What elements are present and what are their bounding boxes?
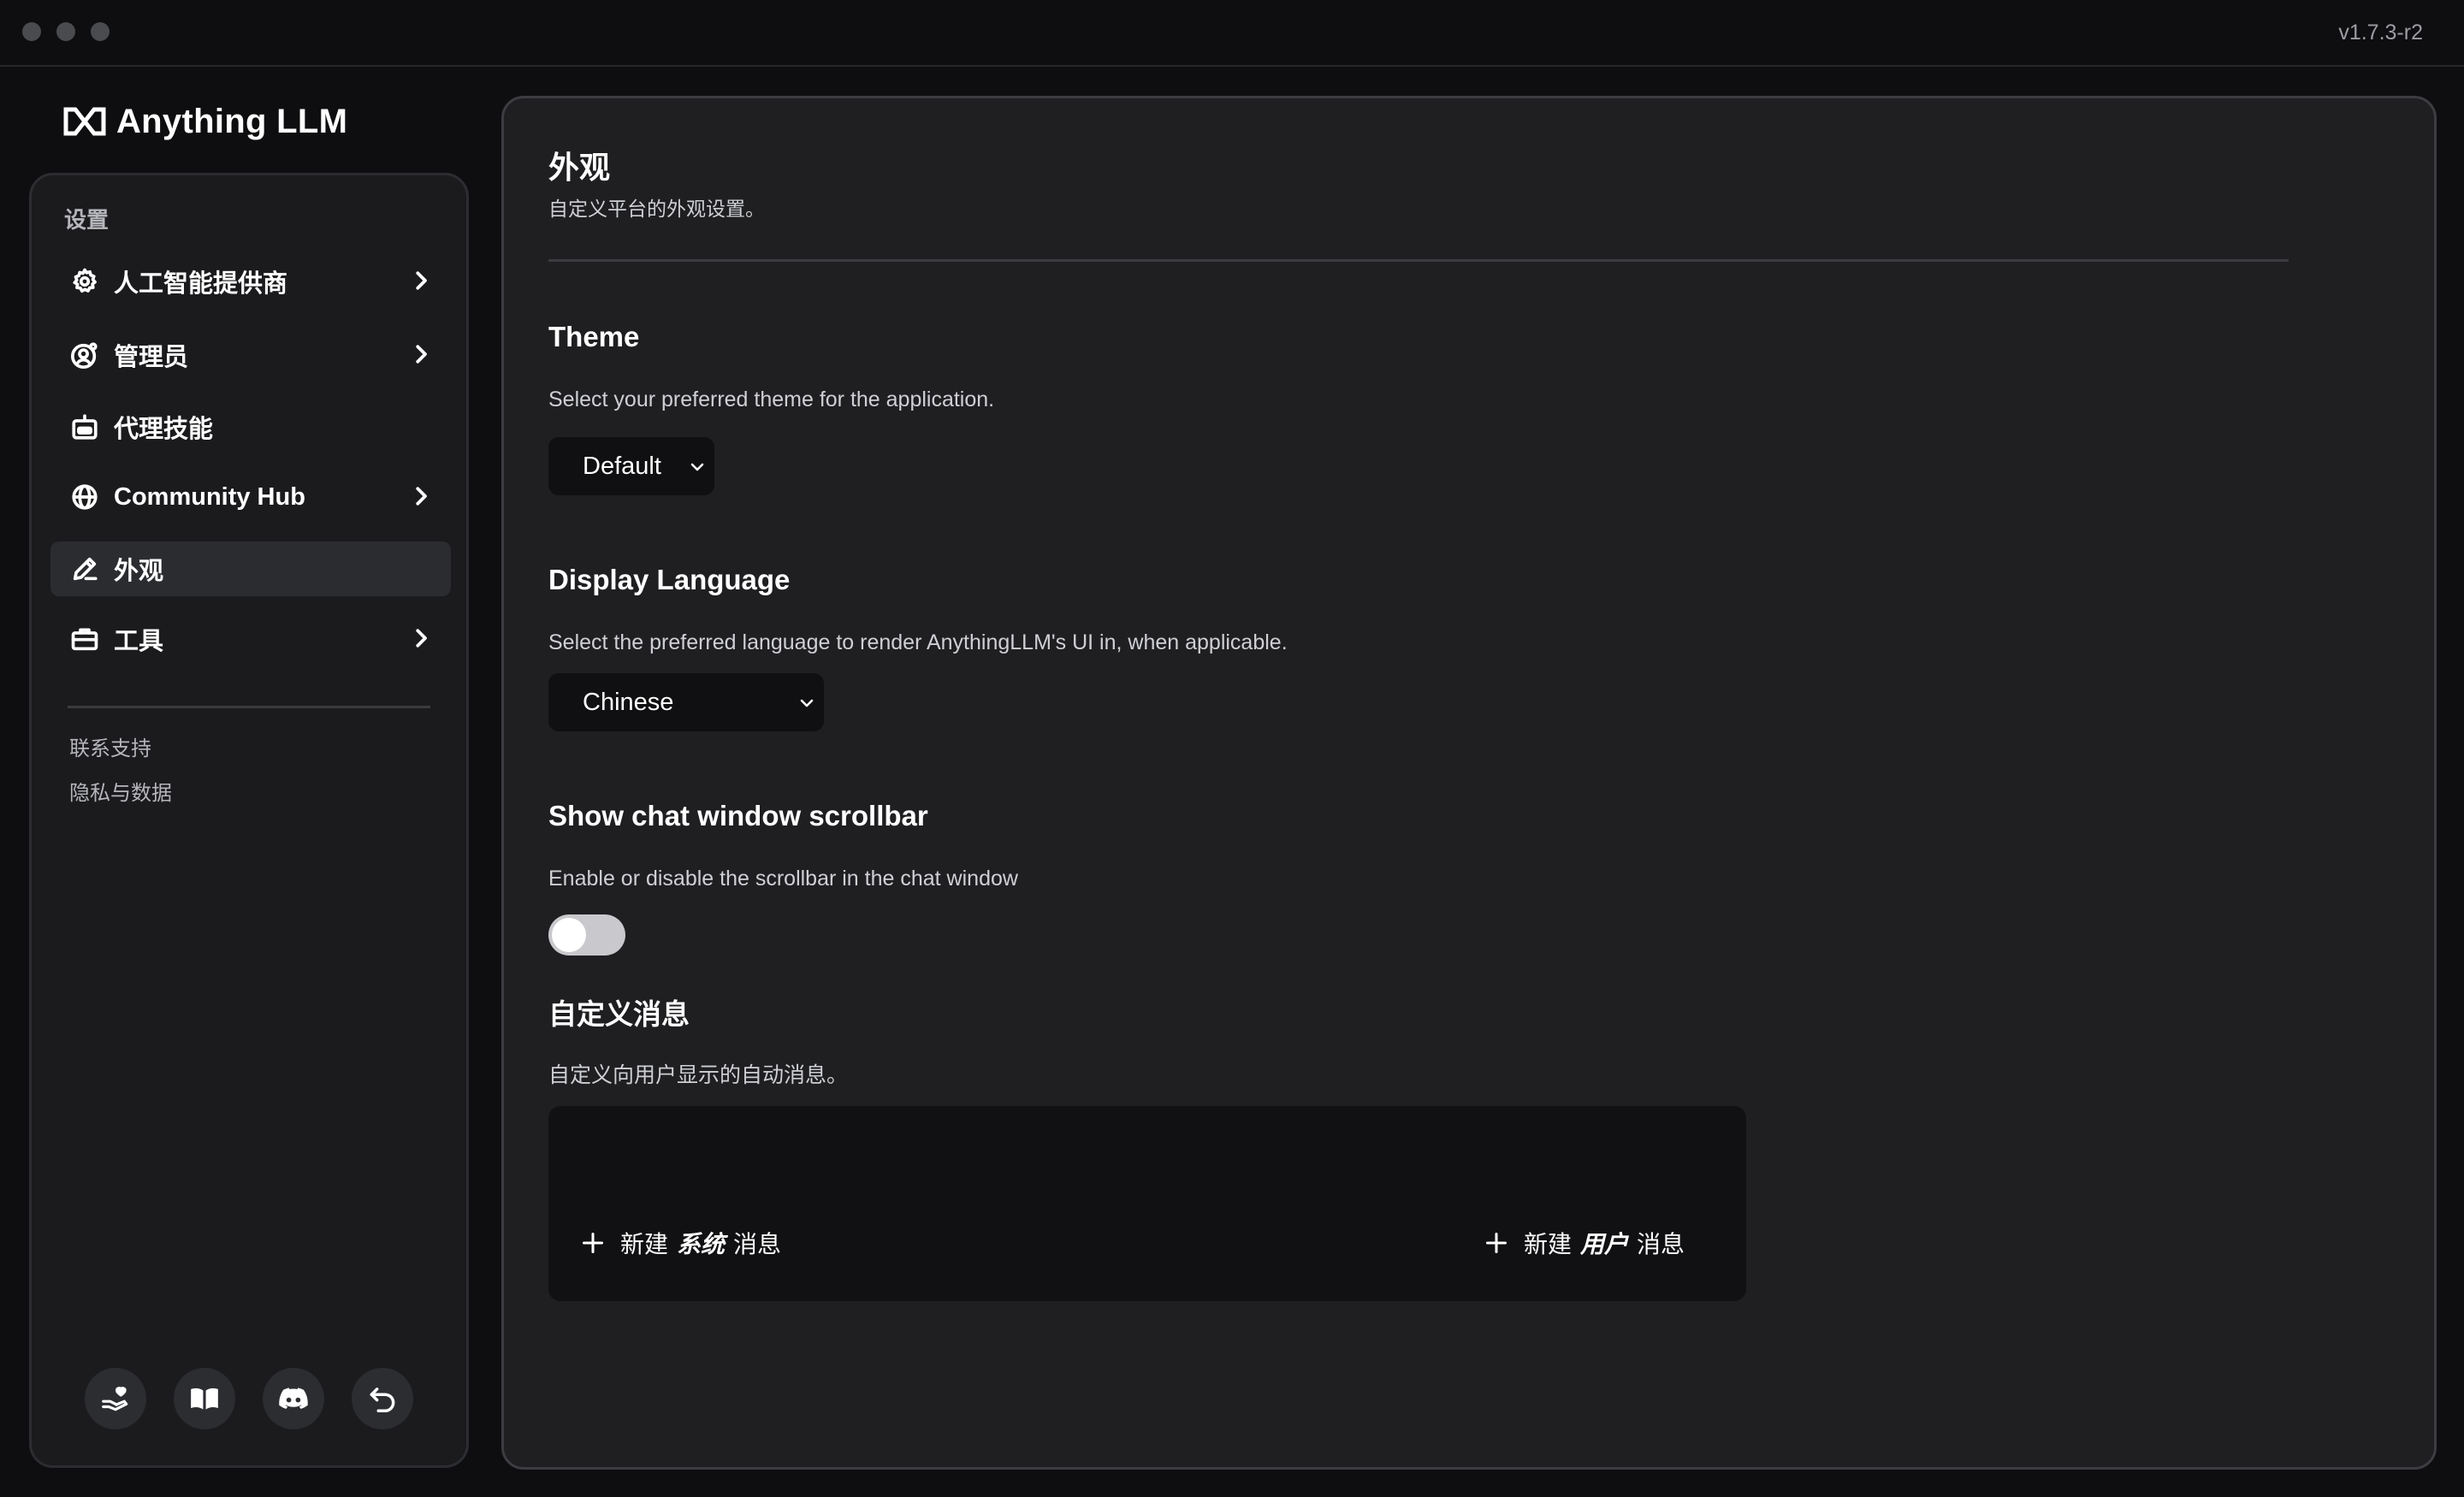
gear-icon (69, 266, 100, 297)
new-system-message-button[interactable]: 新建 系统 消息 (581, 1226, 781, 1260)
sidebar-item-appearance[interactable]: 外观 (50, 541, 451, 596)
brand-logo[interactable]: Anything LLM (63, 101, 347, 142)
sidebar-item-community-hub[interactable]: Community Hub (50, 470, 451, 524)
scrollbar-description: Enable or disable the scrollbar in the c… (548, 867, 1018, 891)
button-text-prefix: 新建 (1524, 1231, 1573, 1257)
chevron-right-icon (408, 625, 434, 651)
custom-messages-description: 自定义向用户显示的自动消息。 (548, 1063, 849, 1087)
sidebar-item-label: 人工智能提供商 (114, 270, 288, 298)
briefcase-icon (69, 624, 100, 654)
scrollbar-toggle[interactable] (548, 914, 625, 956)
close-window-button[interactable] (22, 22, 41, 41)
sidebar-item-label: 管理员 (114, 344, 189, 371)
hand-heart-icon (102, 1387, 128, 1411)
maximize-window-button[interactable] (91, 22, 110, 41)
title-bar: v1.7.3-r2 (0, 0, 2464, 67)
back-button[interactable] (352, 1368, 413, 1429)
sidebar-divider (68, 706, 430, 708)
app-window: v1.7.3-r2 Anything LLM 设置 人工智能提供商 管理员 代理… (0, 0, 2464, 1497)
chevron-down-icon (797, 692, 817, 713)
back-arrow-icon (370, 1388, 395, 1412)
page-subtitle: 自定义平台的外观设置。 (548, 198, 765, 220)
chevron-down-icon (687, 456, 708, 476)
robot-icon (69, 411, 100, 442)
sidebar-item-agent-skills[interactable]: 代理技能 (50, 399, 451, 454)
sidebar-item-label: Community Hub (114, 482, 305, 511)
header-divider (548, 259, 2289, 262)
minimize-window-button[interactable] (56, 22, 75, 41)
anythingllm-logo-icon (63, 107, 106, 136)
discord-button[interactable] (263, 1368, 324, 1429)
discord-icon (279, 1388, 308, 1410)
language-select-value: Chinese (583, 688, 674, 716)
version-label: v1.7.3-r2 (2338, 21, 2423, 44)
user-circle-gear-icon (69, 340, 100, 370)
button-text-prefix: 新建 (620, 1231, 669, 1257)
sidebar-item-label: 代理技能 (114, 416, 214, 443)
plus-icon (1485, 1232, 1507, 1254)
page-title: 外观 (548, 150, 611, 185)
custom-messages-box: 新建 系统 消息 新建 用户 消息 (548, 1106, 1746, 1301)
sidebar-heading: 设置 (64, 207, 110, 233)
button-text-suffix: 消息 (1637, 1231, 1685, 1257)
custom-messages-title: 自定义消息 (548, 998, 690, 1030)
sidebar-item-label: 外观 (114, 558, 164, 585)
language-select[interactable]: Chinese (548, 673, 824, 731)
book-icon (191, 1388, 218, 1410)
sidebar-item-admin[interactable]: 管理员 (50, 328, 451, 382)
display-language-description: Select the preferred language to render … (548, 630, 1288, 654)
scrollbar-title: Show chat window scrollbar (548, 800, 928, 831)
button-text-emphasis: 系统 (677, 1231, 726, 1257)
theme-select[interactable]: Default (548, 437, 714, 495)
hand-heart-button[interactable] (85, 1368, 146, 1429)
globe-icon (69, 482, 100, 512)
pencil-icon (69, 553, 100, 584)
chevron-right-icon (408, 483, 434, 509)
theme-select-value: Default (583, 452, 661, 480)
display-language-title: Display Language (548, 564, 791, 595)
sidebar-item-ai-providers[interactable]: 人工智能提供商 (50, 254, 451, 309)
theme-description: Select your preferred theme for the appl… (548, 388, 995, 411)
new-user-message-button[interactable]: 新建 用户 消息 (1484, 1226, 1685, 1260)
plus-icon (582, 1232, 604, 1254)
button-text-emphasis: 用户 (1580, 1231, 1629, 1257)
toggle-knob (552, 918, 586, 952)
privacy-data-link[interactable]: 隐私与数据 (69, 776, 172, 806)
theme-title: Theme (548, 321, 640, 352)
button-text-suffix: 消息 (733, 1231, 782, 1257)
sidebar-item-tools[interactable]: 工具 (50, 612, 451, 666)
settings-sidebar: 设置 人工智能提供商 管理员 代理技能 Community Hub 外观 工具 … (29, 173, 469, 1468)
chevron-right-icon (408, 268, 434, 293)
sidebar-item-label: 工具 (114, 628, 164, 655)
contact-support-link[interactable]: 联系支持 (69, 731, 151, 761)
docs-button[interactable] (174, 1368, 235, 1429)
chevron-right-icon (408, 341, 434, 367)
appearance-settings-panel: 外观 自定义平台的外观设置。 Theme Select your preferr… (501, 96, 2437, 1470)
brand-name: Anything LLM (116, 102, 348, 140)
